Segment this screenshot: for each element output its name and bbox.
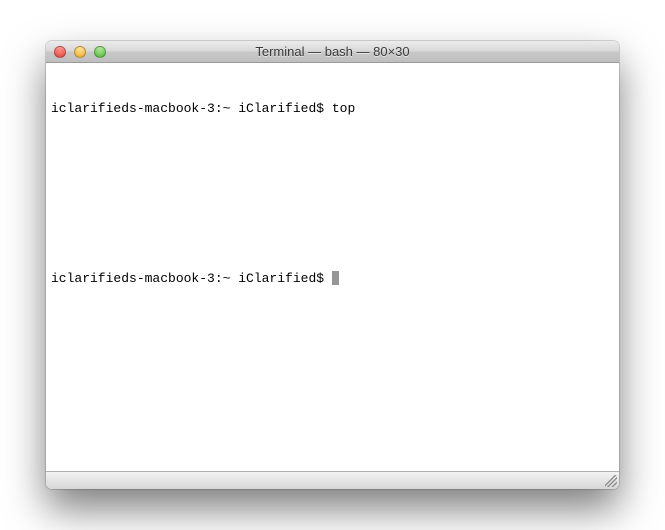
output-gap [51,151,614,236]
minimize-button[interactable] [74,46,86,58]
zoom-button[interactable] [94,46,106,58]
terminal-window: Terminal — bash — 80×30 iclarifieds-macb… [46,41,619,489]
terminal-body[interactable]: iclarifieds-macbook-3:~ iClarified$ top … [46,63,619,471]
prompt: iclarifieds-macbook-3:~ iClarified$ [51,101,332,116]
titlebar[interactable]: Terminal — bash — 80×30 [46,41,619,63]
traffic-lights [46,46,106,58]
terminal-line: iclarifieds-macbook-3:~ iClarified$ top [51,100,614,117]
prompt: iclarifieds-macbook-3:~ iClarified$ [51,271,332,286]
close-button[interactable] [54,46,66,58]
window-title: Terminal — bash — 80×30 [46,44,619,59]
statusbar [46,471,619,489]
cursor [332,271,339,285]
terminal-current-line: iclarifieds-macbook-3:~ iClarified$ [51,270,614,287]
resize-grip[interactable] [605,475,617,487]
command: top [332,101,355,116]
